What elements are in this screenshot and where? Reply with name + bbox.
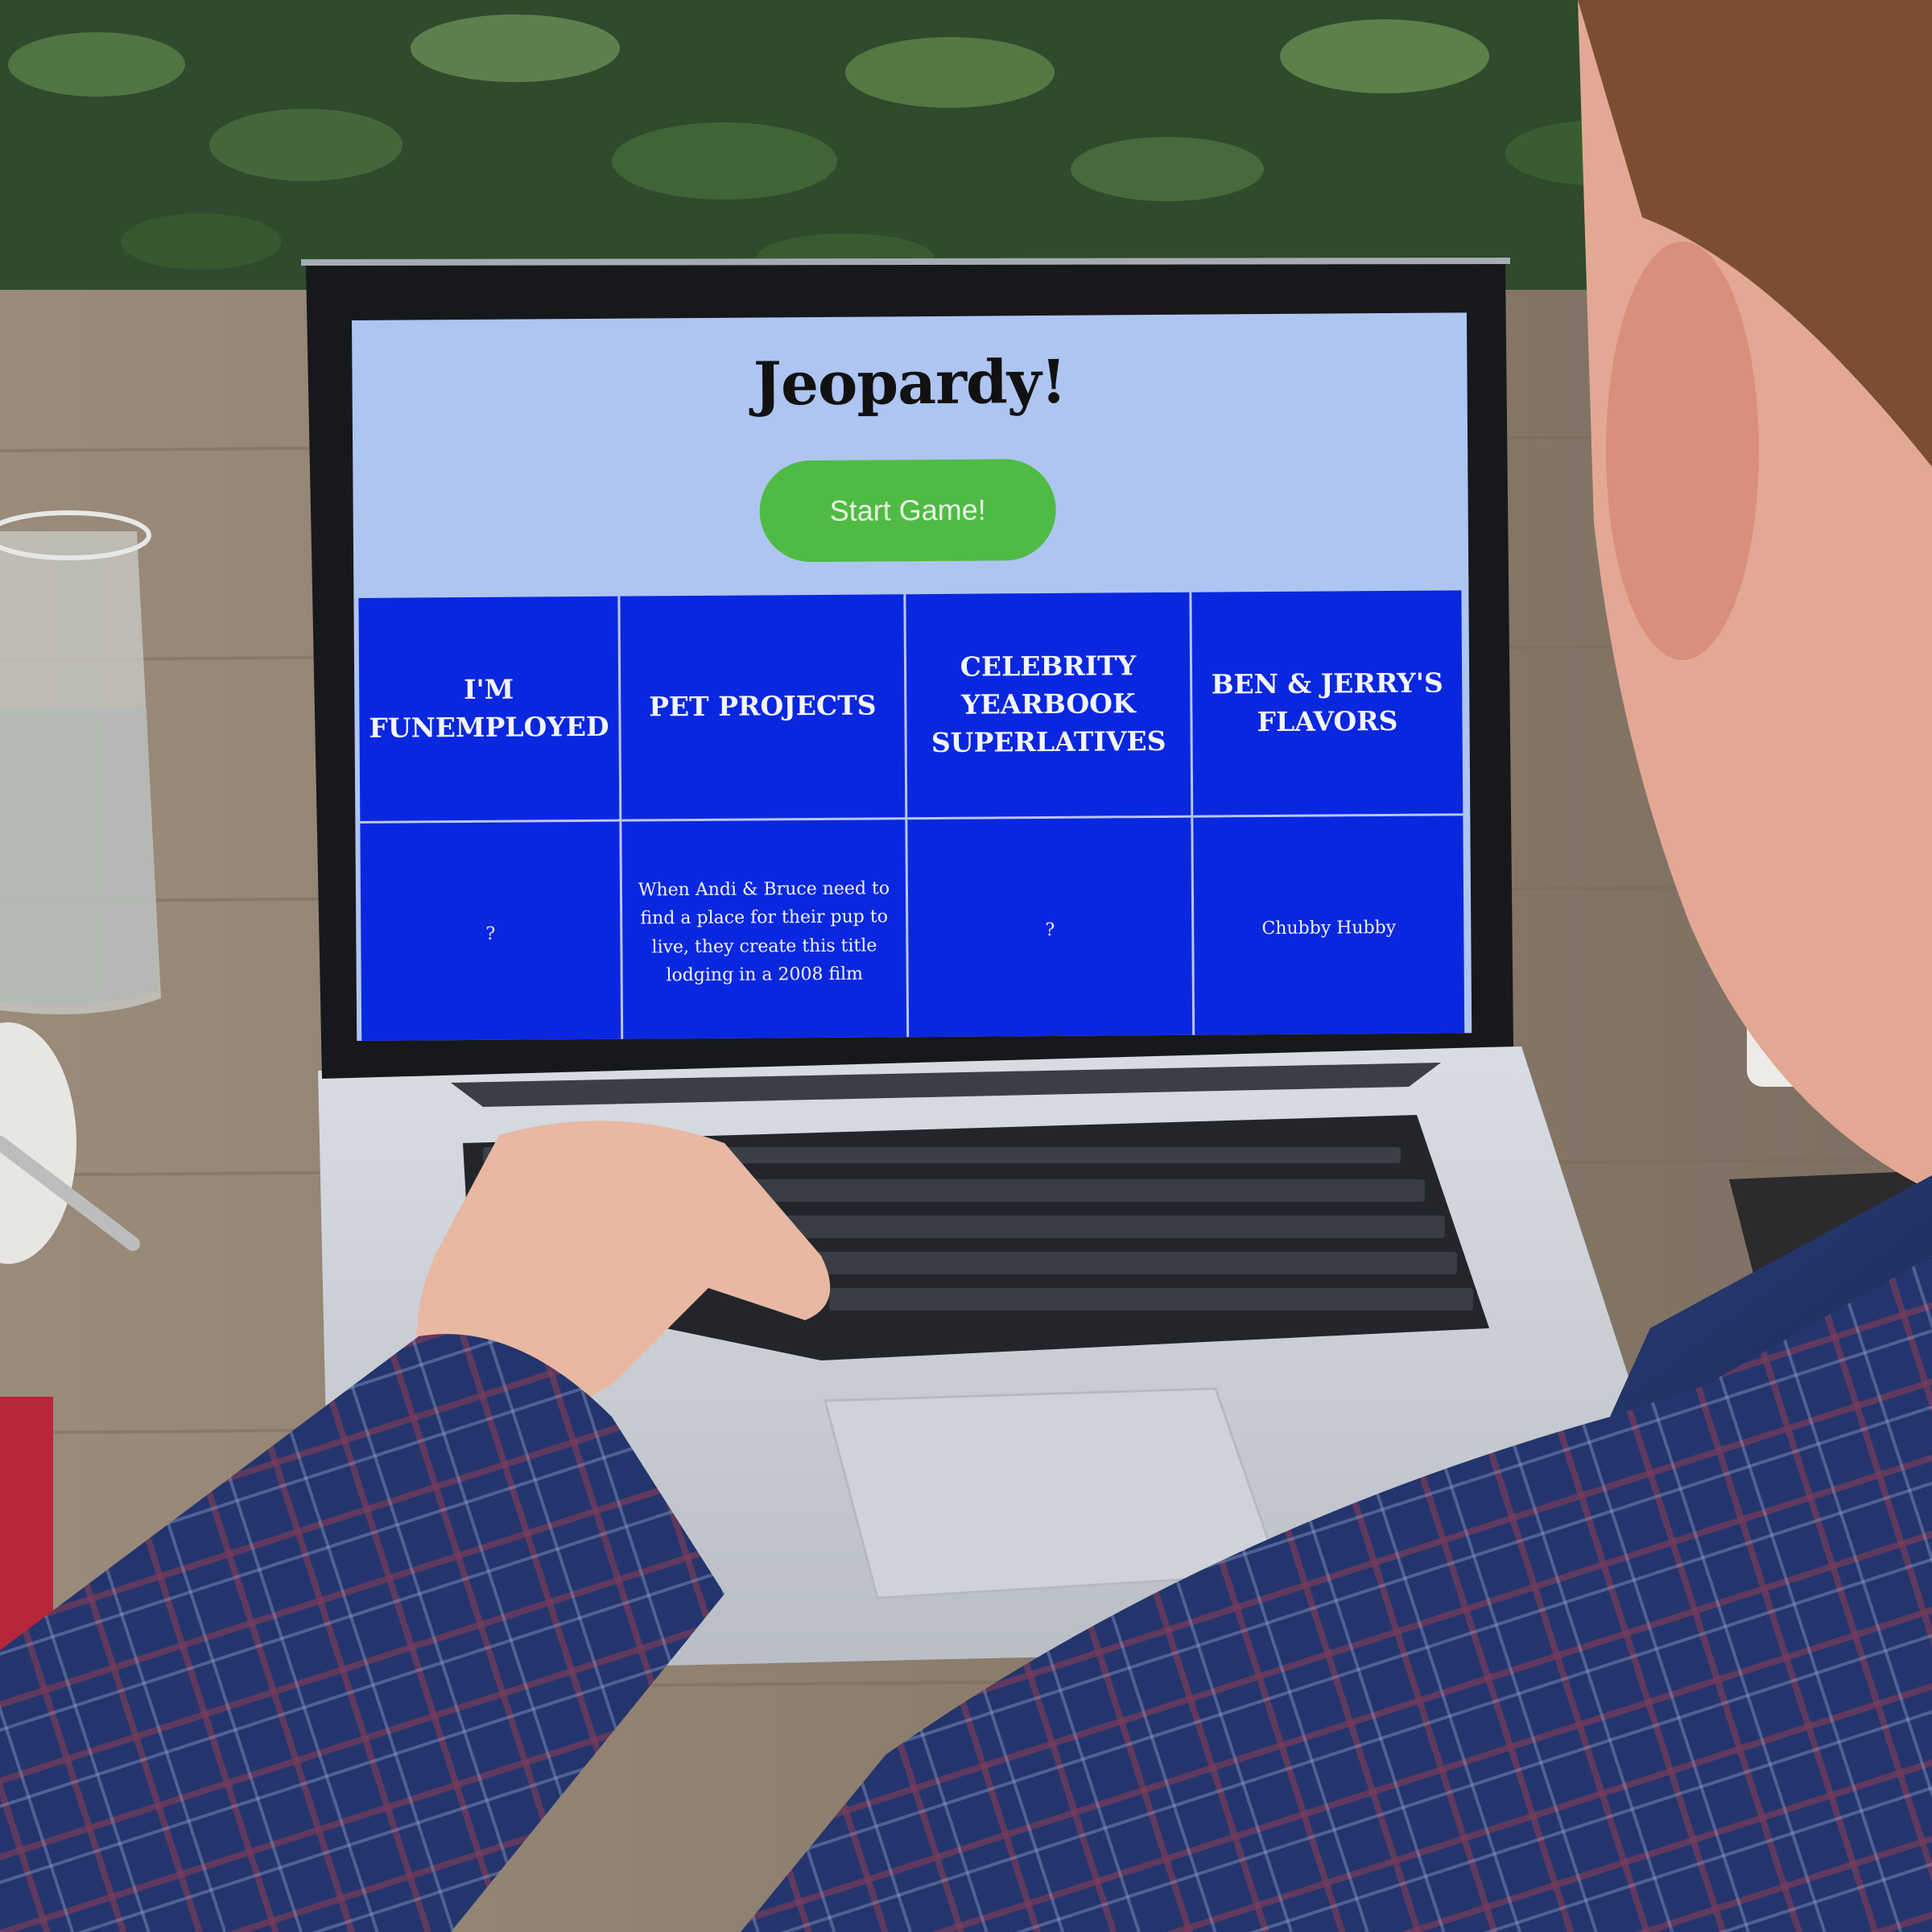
start-game-button[interactable]: Start Game!: [759, 458, 1057, 563]
category-cell: I'M FUNEMPLOYED: [358, 596, 622, 824]
category-cell: BEN & JERRY'S FLAVORS: [1191, 590, 1463, 818]
category-cell: CELEBRITY YEARBOOK SUPERLATIVES: [906, 592, 1194, 820]
category-cell: PET PROJECTS: [620, 594, 908, 822]
jeopardy-board: I'M FUNEMPLOYED PET PROJECTS CELEBRITY Y…: [358, 590, 1465, 1041]
clue-cell[interactable]: ?: [907, 817, 1195, 1041]
clue-cell[interactable]: ?: [360, 821, 624, 1041]
page-header: Jeopardy! Start Game!: [352, 312, 1468, 598]
laptop-lid-edge: [300, 258, 1511, 266]
clue-cell[interactable]: When Andi & Bruce need to find a place f…: [621, 819, 910, 1041]
person-ear: [1606, 242, 1759, 660]
clue-cell[interactable]: Chubby Hubby: [1193, 815, 1465, 1041]
page-title: Jeopardy!: [753, 347, 1067, 419]
water-glass: [0, 510, 161, 1014]
laptop-screen: Jeopardy! Start Game! I'M FUNEMPLOYED PE…: [352, 312, 1472, 1041]
